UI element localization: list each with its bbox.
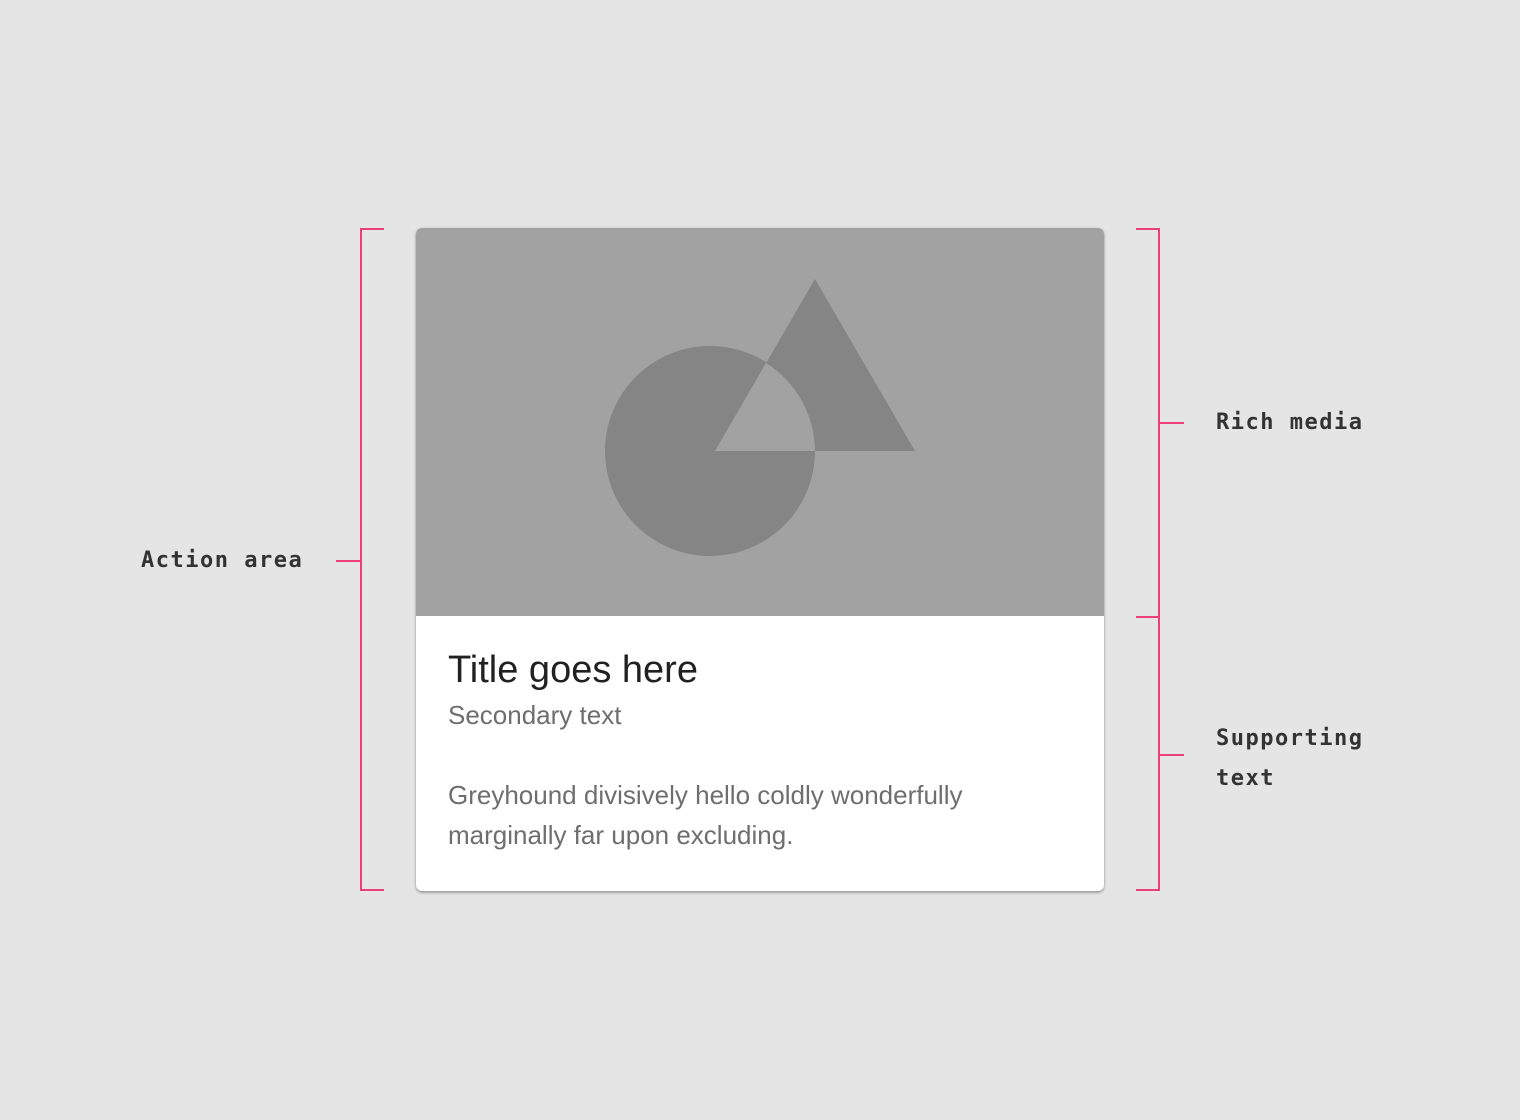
supporting-text-label: Supporting text [1216,726,1364,791]
supporting-text-bracket [1136,616,1184,891]
action-area-label: Action area [141,548,304,573]
rich-media-bracket [1136,228,1184,618]
action-area-bracket [336,228,384,891]
rich-media-label: Rich media [1216,410,1364,435]
